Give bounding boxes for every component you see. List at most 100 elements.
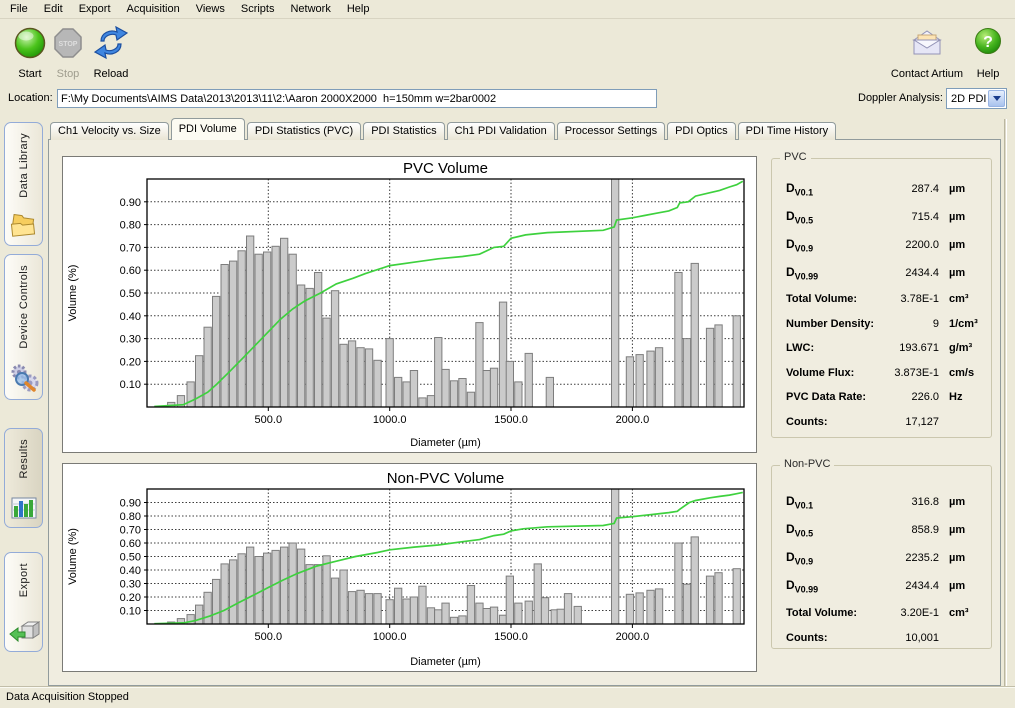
svg-text:0.90: 0.90 — [120, 197, 141, 209]
svg-text:0.70: 0.70 — [120, 242, 141, 254]
sidebar-item-device-controls[interactable]: Device Controls — [4, 254, 43, 400]
stat-label: LWC: — [786, 342, 875, 354]
export-icon — [8, 619, 40, 645]
panel-divider — [1004, 119, 1007, 686]
menu-item-edit[interactable]: Edit — [36, 1, 71, 17]
stat-value: 9 — [875, 318, 939, 330]
svg-text:0.30: 0.30 — [120, 579, 141, 591]
stat-row-total-volume: Total Volume: 3.78E-1 cm³ — [786, 287, 983, 312]
stat-row-dv01: DV0.1 287.4 µm — [786, 175, 983, 203]
stat-label: DV0.5 — [786, 209, 875, 225]
sidebar-item-data-library[interactable]: Data Library — [4, 122, 43, 246]
tab-pdi-optics[interactable]: PDI Optics — [667, 122, 736, 140]
svg-text:PVC Volume: PVC Volume — [403, 160, 488, 177]
svg-text:0.10: 0.10 — [120, 606, 141, 618]
gears-magnifier-icon — [9, 363, 39, 393]
stat-value: 193.671 — [875, 342, 939, 354]
dropdown-arrow-icon[interactable] — [988, 90, 1005, 107]
stop-button[interactable]: STOP Stop — [48, 24, 88, 82]
stat-value: 287.4 — [875, 183, 939, 195]
help-icon: ? — [973, 26, 1003, 58]
stat-value: 2235.2 — [875, 552, 939, 564]
menu-item-export[interactable]: Export — [71, 1, 119, 17]
start-button[interactable]: Start — [8, 24, 52, 82]
menu-item-acquisition[interactable]: Acquisition — [119, 1, 188, 17]
tab-ch1-pdi-validation[interactable]: Ch1 PDI Validation — [447, 122, 555, 140]
stat-value: 858.9 — [875, 524, 939, 536]
stat-unit: cm³ — [939, 607, 983, 619]
stat-row-number-density: Number Density: 9 1/cm³ — [786, 312, 983, 337]
sidebar-export-label: Export — [18, 563, 30, 597]
pvc-group-legend: PVC — [780, 151, 811, 163]
stat-value: 316.8 — [875, 496, 939, 508]
stat-unit: 1/cm³ — [939, 318, 983, 330]
stat-label: Counts: — [786, 632, 875, 644]
stop-icon: STOP — [52, 26, 84, 60]
svg-text:Diameter (µm): Diameter (µm) — [410, 656, 481, 668]
stat-row-dv01: DV0.1 316.8 µm — [786, 488, 983, 516]
doppler-analysis-select[interactable]: 2D PDI — [946, 88, 1007, 109]
stat-value: 2434.4 — [875, 580, 939, 592]
menu-item-file[interactable]: File — [2, 1, 36, 17]
stat-row-dv05: DV0.5 858.9 µm — [786, 516, 983, 544]
status-text: Data Acquisition Stopped — [6, 691, 129, 703]
menu-item-scripts[interactable]: Scripts — [233, 1, 283, 17]
sidebar-item-results[interactable]: Results — [4, 428, 43, 528]
reload-button[interactable]: Reload — [86, 24, 136, 82]
svg-text:1500.0: 1500.0 — [494, 414, 528, 426]
svg-text:0.20: 0.20 — [120, 592, 141, 604]
doppler-analysis-label: Doppler Analysis: — [858, 92, 943, 104]
pvc-volume-chart-svg: 0.100.200.300.400.500.600.700.800.90500.… — [63, 157, 756, 452]
tab-pdi-statistics[interactable]: PDI Statistics — [363, 122, 444, 140]
stat-unit: µm — [939, 552, 983, 564]
stat-row-dv05: DV0.5 715.4 µm — [786, 203, 983, 231]
sidebar-item-export[interactable]: Export — [4, 552, 43, 652]
stat-row-dv09: DV0.9 2235.2 µm — [786, 544, 983, 572]
stat-unit: µm — [939, 267, 983, 279]
svg-text:500.0: 500.0 — [255, 414, 283, 426]
menu-item-views[interactable]: Views — [188, 1, 233, 17]
pvc-stats-group: PVC DV0.1 287.4 µm DV0.5 715.4 µm DV0.9 … — [771, 158, 992, 438]
stat-unit: µm — [939, 496, 983, 508]
contact-artium-button[interactable]: Contact Artium — [884, 24, 970, 82]
svg-text:0.90: 0.90 — [120, 498, 141, 510]
svg-text:2000.0: 2000.0 — [616, 414, 650, 426]
location-input[interactable] — [57, 89, 657, 108]
svg-text:0.50: 0.50 — [120, 552, 141, 564]
stat-label: DV0.9 — [786, 550, 875, 566]
stat-row-dv09: DV0.9 2200.0 µm — [786, 231, 983, 259]
svg-text:Non-PVC Volume: Non-PVC Volume — [387, 470, 505, 487]
stat-label: Total Volume: — [786, 607, 875, 619]
contact-artium-label: Contact Artium — [891, 68, 963, 80]
stat-unit: Hz — [939, 391, 983, 403]
stat-row-dv099: DV0.99 2434.4 µm — [786, 259, 983, 287]
svg-text:Volume (%): Volume (%) — [67, 265, 79, 322]
svg-text:1500.0: 1500.0 — [494, 631, 528, 643]
help-button[interactable]: ? Help — [970, 24, 1006, 82]
tab-pdi-time-history[interactable]: PDI Time History — [738, 122, 837, 140]
menu-item-help[interactable]: Help — [339, 1, 378, 17]
stat-value: 715.4 — [875, 211, 939, 223]
tab-pdi-volume[interactable]: PDI Volume — [171, 118, 245, 140]
bar-chart-icon — [10, 495, 38, 521]
svg-text:0.60: 0.60 — [120, 265, 141, 277]
stat-unit: g/m³ — [939, 342, 983, 354]
svg-text:?: ? — [983, 34, 993, 51]
stat-label: DV0.1 — [786, 181, 875, 197]
stat-unit: µm — [939, 211, 983, 223]
menu-item-network[interactable]: Network — [282, 1, 338, 17]
stat-label: DV0.1 — [786, 494, 875, 510]
svg-text:1000.0: 1000.0 — [373, 631, 407, 643]
svg-text:0.70: 0.70 — [120, 525, 141, 537]
stat-row-pvc-data-rate: PVC Data Rate: 226.0 Hz — [786, 385, 983, 410]
tab-processor-settings[interactable]: Processor Settings — [557, 122, 665, 140]
status-bar: Data Acquisition Stopped — [0, 686, 1015, 708]
tab-ch1-velocity-vs-size[interactable]: Ch1 Velocity vs. Size — [50, 122, 169, 140]
mail-icon — [908, 26, 946, 58]
svg-text:0.10: 0.10 — [120, 379, 141, 391]
sidebar-device-controls-label: Device Controls — [18, 265, 30, 349]
tab-pdi-statistics-pvc[interactable]: PDI Statistics (PVC) — [247, 122, 361, 140]
stat-value: 2200.0 — [875, 239, 939, 251]
svg-text:0.60: 0.60 — [120, 538, 141, 550]
stat-unit: µm — [939, 183, 983, 195]
